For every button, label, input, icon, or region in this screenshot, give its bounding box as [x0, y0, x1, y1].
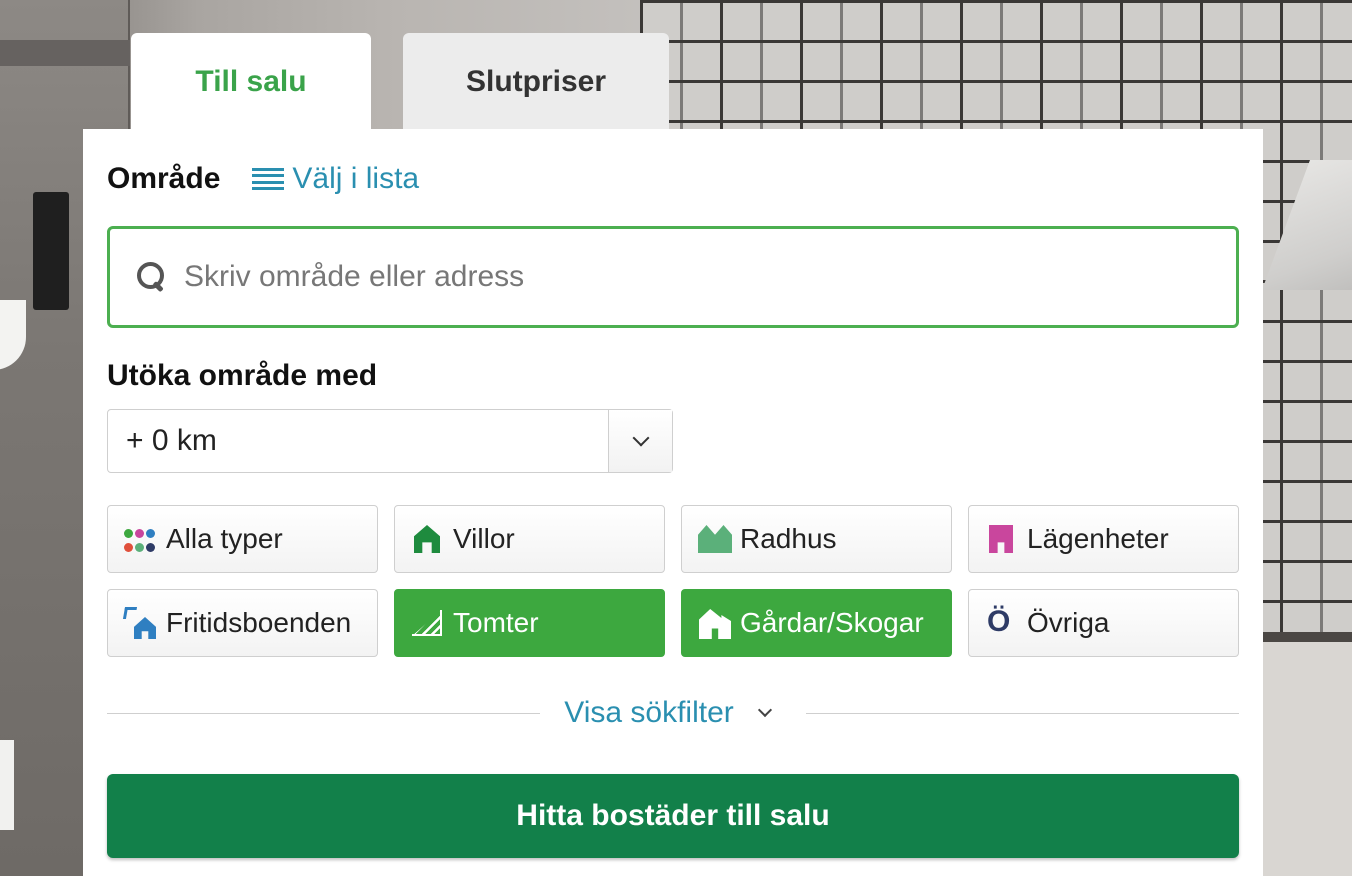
find-homes-button[interactable]: Hitta bostäder till salu [107, 774, 1239, 858]
search-input[interactable] [184, 260, 1184, 294]
search-card: Område Välj i lista Utöka område med + 0… [83, 129, 1263, 876]
type-label: Alla typer [166, 523, 283, 554]
type-label: Lägenheter [1027, 523, 1169, 554]
expand-area-select[interactable]: + 0 km [107, 409, 673, 473]
type-label: Villor [453, 523, 515, 554]
type-label: Tomter [453, 607, 539, 638]
type-ovriga[interactable]: Ö Övriga [968, 589, 1239, 657]
type-label: Övriga [1027, 607, 1110, 638]
farm-icon [698, 607, 731, 639]
area-header: Område Välj i lista [107, 159, 419, 199]
choose-from-list-link[interactable]: Välj i lista [252, 162, 419, 196]
type-alla-typer[interactable]: Alla typer [107, 505, 378, 573]
search-filter-row: Visa sökfilter [107, 689, 1240, 737]
background-counter [1262, 632, 1352, 876]
type-lagenheter[interactable]: Lägenheter [968, 505, 1239, 573]
villa-house-icon [411, 523, 443, 555]
tab-till-salu[interactable]: Till salu [131, 33, 371, 130]
background-fridge-panel [33, 192, 69, 310]
chevron-down-icon [632, 429, 649, 447]
background-fridge-handle [0, 40, 130, 66]
all-types-dots-icon [124, 523, 156, 555]
area-label: Område [107, 162, 221, 195]
property-type-grid: Alla typer Villor Radhus Lägenheter Frit… [107, 505, 1239, 657]
plot-icon [411, 607, 443, 639]
search-icon [136, 261, 168, 293]
holiday-home-icon [122, 607, 156, 639]
show-search-filter-link[interactable]: Visa sökfilter [564, 696, 772, 730]
divider [107, 712, 541, 714]
type-label: Gårdar/Skogar [740, 607, 924, 638]
expand-area-dropdown-button[interactable] [608, 410, 672, 472]
other-o-icon: Ö [987, 605, 1011, 638]
search-box[interactable] [107, 226, 1239, 328]
type-label: Fritidsboenden [166, 607, 352, 638]
type-tomter[interactable]: Tomter [394, 589, 665, 657]
divider [805, 712, 1240, 714]
expand-area-label: Utöka område med [107, 359, 378, 392]
apartment-icon [985, 523, 1017, 555]
choose-from-list-label: Välj i lista [292, 162, 420, 195]
townhouse-icon [698, 523, 732, 555]
type-villor[interactable]: Villor [394, 505, 665, 573]
show-search-filter-label: Visa sökfilter [564, 696, 734, 729]
type-gardar-skogar[interactable]: Gårdar/Skogar [681, 589, 952, 657]
expand-area-value: + 0 km [126, 424, 217, 457]
list-icon [252, 168, 285, 190]
type-radhus[interactable]: Radhus [681, 505, 952, 573]
tab-slutpriser[interactable]: Slutpriser [403, 33, 669, 130]
type-fritidsboenden[interactable]: Fritidsboenden [107, 589, 378, 657]
background-bowl [0, 740, 14, 830]
type-label: Radhus [740, 523, 837, 554]
chevron-down-icon [757, 702, 772, 718]
